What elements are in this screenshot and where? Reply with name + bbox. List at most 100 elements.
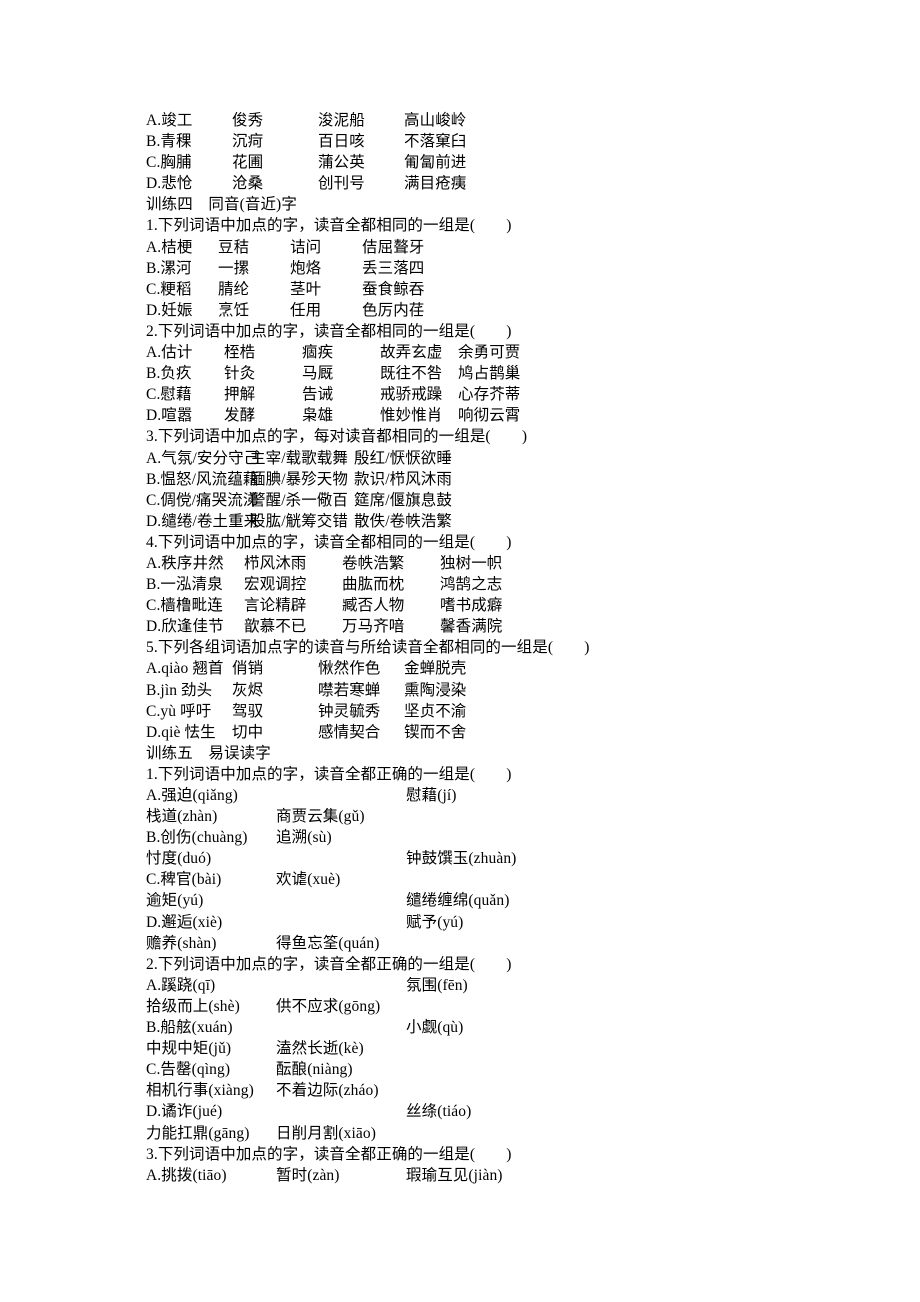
exercise-content: A.竣工 俊秀 浚泥船 高山峻岭 B.青稞 沉疴 百日咳 不落窠臼 C.胸脯 花圃 蒲公英 匍匐前进 D…: [146, 110, 920, 1186]
option-label: A.秩序井然: [146, 554, 224, 572]
option-term: 丢三落四: [362, 259, 425, 277]
option-label: 拾级而上(shè): [146, 997, 240, 1015]
option-label: B.漯河: [146, 259, 192, 277]
option-label: 中规中矩(jǔ): [146, 1040, 232, 1058]
option-term: 言论精辟: [244, 597, 307, 615]
option-term: 色厉内荏: [362, 301, 425, 319]
option-row: B.一泓清泉 宏观调控 曲肱而枕 鸿鹄之志: [146, 574, 920, 595]
option-term: 押解: [224, 386, 256, 404]
option-label: B.创伤(chuàng): [146, 829, 248, 847]
option-term: 炮烙: [290, 259, 322, 277]
option-term: 瑕瑜互见(jiàn): [406, 1166, 503, 1184]
option-label: C.慰藉: [146, 386, 192, 404]
option-term: 沧桑: [232, 175, 264, 193]
option-term: 既往不咎: [380, 365, 443, 383]
option-row: 忖度(duó) 钟鼓馔玉(zhuàn): [146, 848, 920, 869]
option-row: B.创伤(chuàng) 追溯(sù): [146, 827, 920, 848]
option-label: B.一泓清泉: [146, 576, 223, 594]
option-label: A.qiào 翘首: [146, 660, 224, 678]
option-term: 宏观调控: [244, 576, 307, 594]
option-label: C.倜傥/痛哭流涕: [146, 491, 259, 509]
option-term: 感情契合: [318, 723, 381, 741]
option-row: B.漯河 一摞 炮烙 丢三落四: [146, 258, 920, 279]
question-prompt: 4.下列词语中加点的字，读音全都相同的一组是( ): [146, 533, 512, 551]
option-term: 钟鼓馔玉(zhuàn): [406, 850, 517, 868]
option-label: B.青稞: [146, 133, 192, 151]
option-label: B.愠怒/风流蕴藉: [146, 470, 259, 488]
option-term: 栉风沐雨: [244, 554, 307, 572]
option-term: 花圃: [232, 154, 264, 172]
question-prompt: 5.下列各组词语加点字的读音与所给读音全都相同的一组是( ): [146, 639, 590, 657]
option-term: 诘问: [290, 238, 322, 256]
question-prompt: 1.下列词语中加点的字，读音全都正确的一组是( ): [146, 765, 512, 783]
question-prompt: 2.下列词语中加点的字，读音全都相同的一组是( ): [146, 322, 512, 340]
option-label: D.qiè 怯生: [146, 723, 216, 741]
option-label: 栈道(zhàn): [146, 808, 218, 826]
option-label: B.jìn 劲头: [146, 681, 213, 699]
option-term: 蚕食鲸吞: [362, 280, 425, 298]
option-term: 不着边际(zháo): [276, 1082, 379, 1100]
option-term: 腼腆/暴殄天物: [250, 470, 349, 488]
option-term: 豆秸: [218, 238, 250, 256]
option-row: D.谲诈(jué) 丝绦(tiáo): [146, 1101, 920, 1122]
option-term: 丝绦(tiáo): [406, 1103, 472, 1121]
option-label: C.胸脯: [146, 154, 192, 172]
option-term: 不落窠臼: [404, 133, 467, 151]
option-term: 沉疴: [232, 133, 264, 151]
option-label: D.邂逅(xiè): [146, 913, 223, 931]
option-term: 告诫: [302, 386, 334, 404]
question-prompt: 2.下列词语中加点的字，读音全都正确的一组是( ): [146, 955, 512, 973]
question-prompt: 1.下列词语中加点的字，读音全都相同的一组是( ): [146, 217, 512, 235]
question-prompt: 3.下列词语中加点的字，读音全都正确的一组是( ): [146, 1145, 512, 1163]
option-term: 马厩: [302, 365, 334, 383]
option-label: A.竣工: [146, 112, 193, 129]
option-row: 相机行事(xiàng) 不着边际(zháo): [146, 1080, 920, 1101]
option-label: 赡养(shàn): [146, 934, 217, 952]
section-heading: 训练四 同音(音近)字: [146, 196, 297, 214]
option-term: 驾驭: [232, 702, 264, 720]
option-term: 锲而不舍: [404, 723, 467, 741]
option-row: C.慰藉 押解 告诫 戒骄戒躁 心存芥蒂: [146, 384, 920, 405]
option-row: B.负疚 针灸 马厩 既往不咎 鸠占鹊巢: [146, 363, 920, 384]
option-label: A.强迫(qiǎng): [146, 787, 238, 804]
option-term: 钟灵毓秀: [318, 702, 381, 720]
option-label: C.稗官(bài): [146, 871, 222, 889]
option-row: C.稗官(bài) 欢谑(xuè): [146, 869, 920, 890]
option-term: 筵席/偃旗息鼓: [354, 491, 453, 509]
option-label: D.缱绻/卷土重来: [146, 512, 260, 530]
option-label: B.负疚: [146, 365, 192, 383]
option-term: 枭雄: [302, 407, 334, 425]
option-row: A.桔梗 豆秸 诘问 佶屈聱牙: [146, 237, 920, 258]
option-term: 熏陶浸染: [404, 681, 467, 699]
option-term: 嗜书成癖: [440, 597, 503, 615]
option-term: 百日咳: [318, 133, 365, 151]
option-row: A.估计 桎梏 痼疾 故弄玄虚 余勇可贾: [146, 342, 920, 363]
question-prompt: 3.下列词语中加点的字，每对读音都相同的一组是( ): [146, 428, 528, 446]
option-label: A.挑拨(tiāo): [146, 1166, 227, 1184]
option-row: B.愠怒/风流蕴藉 腼腆/暴殄天物 款识/栉风沐雨: [146, 469, 920, 490]
option-row: D.邂逅(xiè) 赋予(yú): [146, 912, 920, 933]
option-term: 一摞: [218, 259, 250, 277]
option-term: 万马齐喑: [342, 618, 405, 636]
option-term: 俏销: [232, 660, 264, 678]
option-row: C.告罄(qìng) 酝酿(niàng): [146, 1059, 920, 1080]
option-term: 殷红/恹恹欲睡: [354, 449, 453, 467]
option-term: 高山峻岭: [404, 112, 467, 129]
option-term: 蒲公英: [318, 154, 365, 172]
option-label: C.粳稻: [146, 280, 192, 298]
option-row: A.气氛/安分守己 主宰/载歌载舞 殷红/恹恹欲睡: [146, 448, 920, 469]
option-label: C.告罄(qìng): [146, 1061, 231, 1079]
option-term: 灰烬: [232, 681, 264, 699]
option-term: 独树一帜: [440, 554, 503, 572]
option-row: B.jìn 劲头 灰烬 噤若寒蝉 熏陶浸染: [146, 680, 920, 701]
option-term: 茎叶: [290, 280, 322, 298]
option-term: 切中: [232, 723, 264, 741]
section-heading: 训练五 易误读字: [146, 744, 271, 762]
option-term: 烹饪: [218, 301, 250, 319]
option-row: D.悲怆 沧桑 创刊号 满目疮痍: [146, 173, 920, 194]
option-label: 相机行事(xiàng): [146, 1082, 254, 1100]
option-term: 股肱/觥筹交错: [250, 512, 349, 530]
option-row: D.妊娠 烹饪 任用 色厉内荏: [146, 300, 920, 321]
option-term: 心存芥蒂: [458, 386, 521, 404]
option-term: 发酵: [224, 407, 256, 425]
